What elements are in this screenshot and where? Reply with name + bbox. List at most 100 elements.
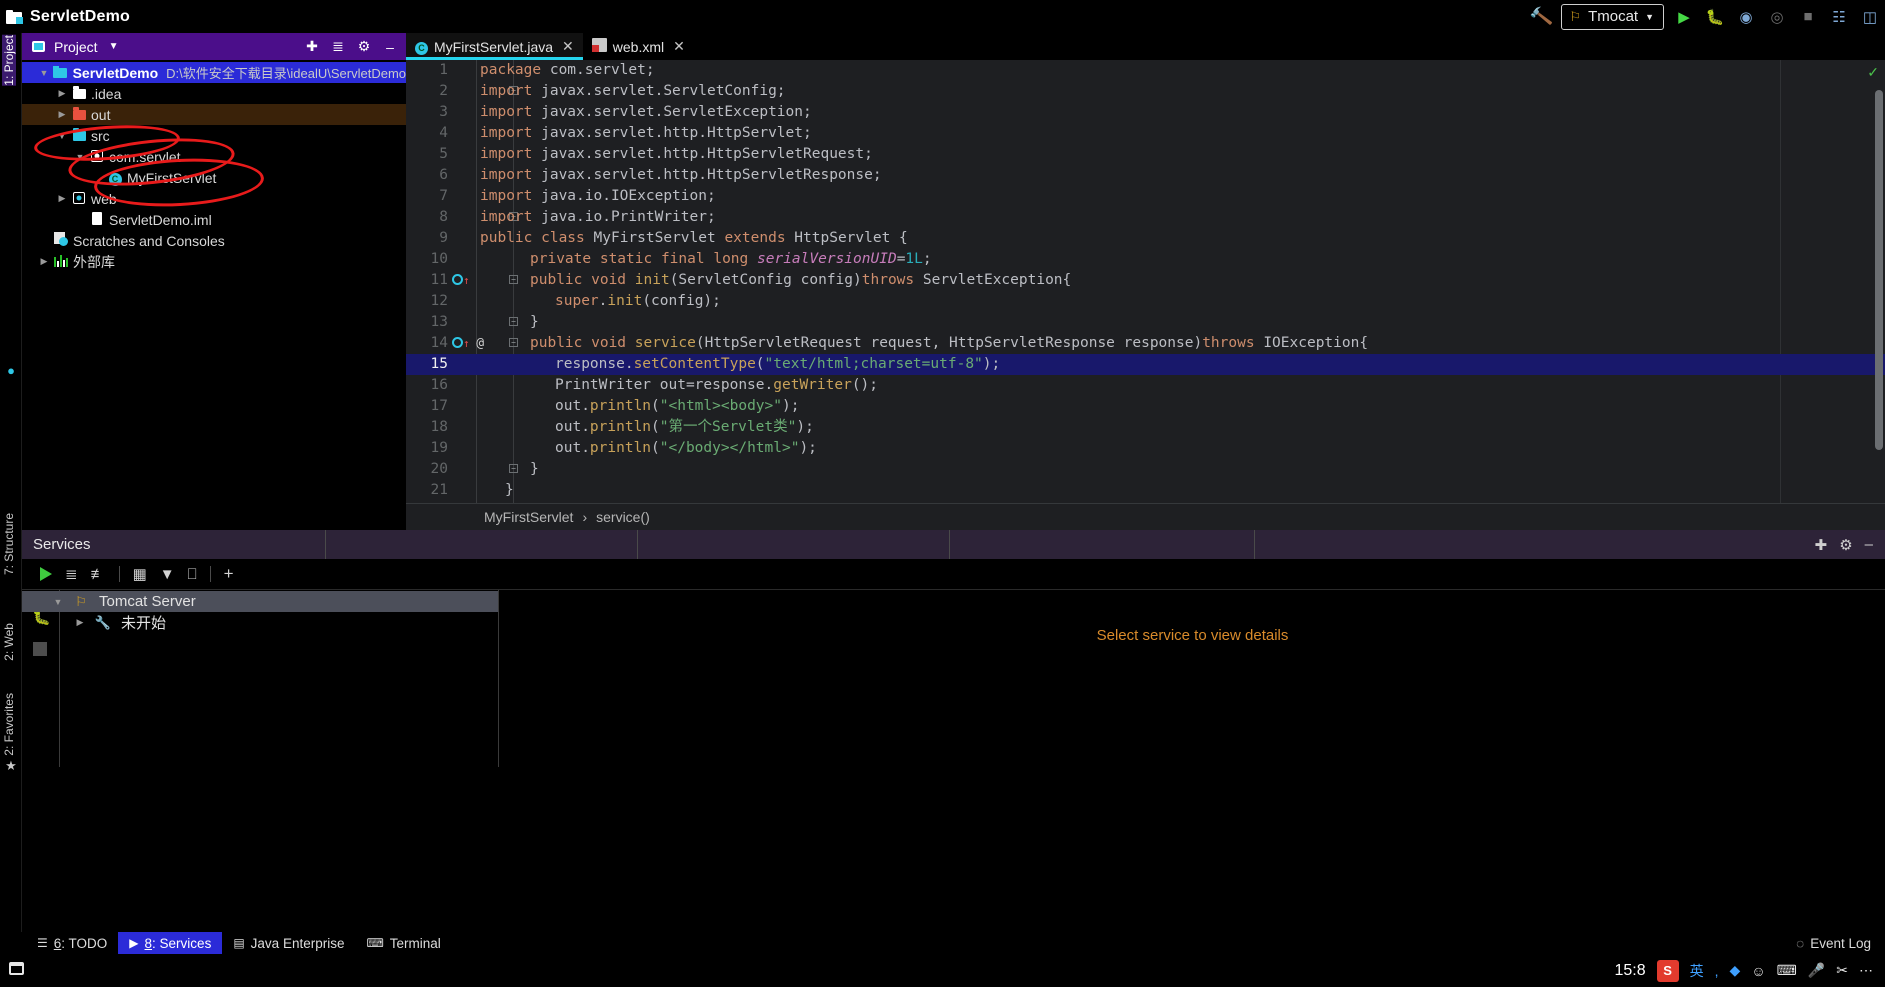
code-line-4[interactable]: 4 import javax.servlet.http.HttpServlet; <box>406 123 1885 144</box>
code-line-3[interactable]: 3 import javax.servlet.ServletException; <box>406 102 1885 123</box>
sidebar-item-project[interactable]: 1: Project <box>2 35 16 86</box>
close-icon[interactable]: ✕ <box>562 38 574 55</box>
tree-item-web[interactable]: ▶ web <box>22 188 406 209</box>
code-line-16[interactable]: 16 PrintWriter out=response.getWriter(); <box>406 375 1885 396</box>
expand-all-icon[interactable]: ≣ <box>65 565 78 583</box>
code-editor[interactable]: 1 package com.servlet; 2− import javax.serv… <box>406 60 1885 530</box>
services-toolbar[interactable]: ≣ ≢ ▦ ▼ ⎕ + <box>22 559 1885 590</box>
chevron-down-icon[interactable]: ▼ <box>54 131 70 141</box>
group-icon[interactable]: ▦ <box>133 565 147 583</box>
service-item-未开始[interactable]: ▶ 🔧 未开始 <box>22 612 498 633</box>
run-icon[interactable]: ▶ <box>1673 6 1695 28</box>
chevron-right-icon[interactable]: ▶ <box>72 617 88 628</box>
breadcrumb[interactable]: MyFirstServlet › service() <box>406 503 1885 530</box>
tree-item-com-servlet[interactable]: ▼ com.servlet <box>22 146 406 167</box>
run-configuration-selector[interactable]: ⚐ Tmocat ▼ <box>1561 3 1664 30</box>
sidebar-item-favorites[interactable]: 2: Favorites <box>2 693 16 756</box>
ime-toolbox-icon[interactable]: ◆ <box>1730 962 1741 979</box>
code-line-6[interactable]: 6 import javax.servlet.http.HttpServletRe… <box>406 165 1885 186</box>
tool-window-button-java-enterprise[interactable]: ▤ Java Enterprise <box>222 932 355 954</box>
minimize-icon[interactable]: – <box>1865 536 1873 553</box>
code-line-15[interactable]: 15 response.setContentType("text/html;cha… <box>406 354 1885 375</box>
chevron-down-icon[interactable]: ▼ <box>104 37 124 57</box>
chevron-down-icon[interactable]: ▼ <box>36 68 52 78</box>
code-line-8[interactable]: 8− import java.io.PrintWriter; <box>406 207 1885 228</box>
tree-item--idea[interactable]: ▶ .idea <box>22 83 406 104</box>
chevron-right-icon[interactable]: ▶ <box>54 193 70 204</box>
collapse-all-icon[interactable]: ≣ <box>328 37 348 57</box>
code-line-1[interactable]: 1 package com.servlet; <box>406 60 1885 81</box>
screenshot-icon[interactable]: ✂ <box>1836 962 1848 979</box>
chevron-down-icon[interactable]: ▼ <box>50 597 66 607</box>
profile-icon[interactable]: ◎ <box>1766 6 1788 28</box>
code-line-19[interactable]: 19 out.println("</body></html>"); <box>406 438 1885 459</box>
editor-tab-myfirstservlet-java[interactable]: C MyFirstServlet.java ✕ <box>406 33 583 60</box>
ime-chinese-icon[interactable]: 英 <box>1690 961 1704 981</box>
collapse-all-icon[interactable]: ≢ <box>91 566 106 583</box>
chevron-right-icon[interactable]: ▶ <box>54 88 70 99</box>
chevron-down-icon[interactable]: ▼ <box>72 152 88 162</box>
keyboard-icon[interactable]: ⌨ <box>1777 962 1797 979</box>
code-line-11[interactable]: 11 ↑ − public void init(ServletConfig confi… <box>406 270 1885 291</box>
checkmark-icon[interactable]: ✓ <box>1867 64 1879 81</box>
project-tree[interactable]: ▼ ServletDemo D:\软件安全下载目录\idealU\ServletDe… <box>22 60 406 272</box>
tree-item-servletdemo-iml[interactable]: ServletDemo.iml <box>22 209 406 230</box>
breadcrumb-method[interactable]: service() <box>596 509 650 525</box>
tree-item-servletdemo[interactable]: ▼ ServletDemo D:\软件安全下载目录\idealU\ServletDe… <box>22 62 406 83</box>
template-icon[interactable]: ⎕ <box>188 566 197 583</box>
search-icon[interactable]: ☷ <box>1828 6 1850 28</box>
code-line-20[interactable]: 20−} <box>406 459 1885 480</box>
tree-item-myfirstservlet[interactable]: C MyFirstServlet <box>22 167 406 188</box>
sidebar-item-structure[interactable]: 7: Structure <box>2 513 16 575</box>
editor-tab-web-xml[interactable]: web.xml ✕ <box>583 33 694 60</box>
more-icon[interactable]: ⋯ <box>1859 962 1873 979</box>
run-icon[interactable] <box>40 567 52 581</box>
close-icon[interactable]: ✕ <box>673 38 685 55</box>
tree-item--[interactable]: ▶ 外部库 <box>22 251 406 272</box>
sidebar-item-web[interactable]: 2: Web <box>2 623 16 661</box>
code-line-18[interactable]: 18 out.println("第一个Servlet类"); <box>406 417 1885 438</box>
emoji-icon[interactable]: ☺ <box>1751 963 1765 979</box>
chevron-right-icon[interactable]: ▶ <box>54 109 70 120</box>
target-icon[interactable]: ✚ <box>302 37 322 57</box>
gear-icon[interactable]: ⚙ <box>354 37 374 57</box>
help-icon[interactable]: ✚ <box>1815 536 1828 554</box>
sogou-icon[interactable]: S <box>1656 959 1679 982</box>
editor-vertical-scrollbar[interactable] <box>1875 90 1883 450</box>
tool-window-button--todo[interactable]: ☰ 6: TODO <box>26 932 118 954</box>
ime-punct-icon[interactable]: , <box>1715 963 1719 979</box>
code-line-17[interactable]: 17 out.println("<html><body>"); <box>406 396 1885 417</box>
tool-window-button--services[interactable]: ▶ 8: Services <box>118 932 223 954</box>
chevron-right-icon[interactable]: ▶ <box>36 256 52 267</box>
editor-tab-bar[interactable]: C MyFirstServlet.java ✕ web.xml ✕ <box>406 33 1885 60</box>
gear-icon[interactable]: ⚙ <box>1839 536 1852 554</box>
layout-icon[interactable]: ◫ <box>1859 6 1881 28</box>
code-line-13[interactable]: 13−} <box>406 312 1885 333</box>
debug-icon[interactable]: 🐛 <box>1704 6 1726 28</box>
tree-item-src[interactable]: ▼ src <box>22 125 406 146</box>
code-line-7[interactable]: 7 import java.io.IOException; <box>406 186 1885 207</box>
service-item-tomcat-server[interactable]: ▼ ⚐ Tomcat Server <box>22 591 498 612</box>
tree-item-scratches-and-consoles[interactable]: Scratches and Consoles <box>22 230 406 251</box>
taskbar-clock[interactable]: 15:8 <box>1615 962 1646 980</box>
filter-icon[interactable]: ▼ <box>160 566 175 583</box>
bottom-tool-window-bar[interactable]: ☰ 6: TODO ▶ 8: Services ▤ Java Enterprise ⌨ Ter… <box>0 932 1885 954</box>
hammer-icon[interactable]: 🔨 <box>1528 5 1554 29</box>
coverage-icon[interactable]: ◉ <box>1735 6 1757 28</box>
window-icon[interactable] <box>0 962 24 979</box>
services-tree[interactable]: ▼ ⚐ Tomcat Server ▶ 🔧 未开始 <box>22 590 498 633</box>
breadcrumb-class[interactable]: MyFirstServlet <box>484 509 573 525</box>
stop-icon[interactable]: ■ <box>1797 6 1819 28</box>
minimize-icon[interactable]: – <box>380 37 400 57</box>
code-line-5[interactable]: 5 import javax.servlet.http.HttpServletRe… <box>406 144 1885 165</box>
code-line-10[interactable]: 10 private static final long serialVersio… <box>406 249 1885 270</box>
code-line-9[interactable]: 9 public class MyFirstServlet extends Htt… <box>406 228 1885 249</box>
code-line-12[interactable]: 12 super.init(config); <box>406 291 1885 312</box>
code-line-21[interactable]: 21} <box>406 480 1885 501</box>
code-line-14[interactable]: 14 ↑ @ − public void service(HttpServletReq… <box>406 333 1885 354</box>
tree-item-out[interactable]: ▶ out <box>22 104 406 125</box>
star-icon[interactable]: ★ <box>3 758 19 774</box>
event-log-button[interactable]: ◌ Event Log <box>1796 936 1885 951</box>
add-icon[interactable]: + <box>224 564 234 584</box>
code-line-2[interactable]: 2− import javax.servlet.ServletConfig; <box>406 81 1885 102</box>
